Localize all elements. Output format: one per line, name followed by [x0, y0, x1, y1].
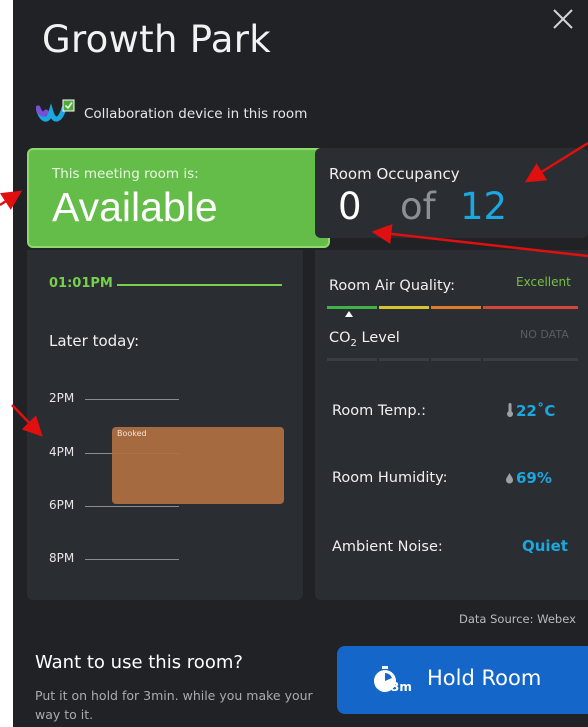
air-quality-bar-good	[327, 306, 377, 309]
later-today-label: Later today:	[49, 332, 140, 350]
current-time: 01:01PM	[49, 276, 113, 291]
collab-device-label: Collaboration device in this room	[84, 106, 308, 122]
hold-room-label: Hold Room	[427, 666, 542, 690]
co2-bar-segment	[379, 358, 429, 361]
webex-logo-icon	[36, 99, 75, 122]
hold-duration-label: 3m	[391, 680, 412, 694]
hour-gridline	[85, 559, 179, 560]
hour-label: 4PM	[49, 445, 75, 459]
air-quality-bar-poor	[431, 306, 481, 309]
co2-bar-segment	[483, 358, 578, 361]
co2-bar-segment	[431, 358, 481, 361]
humidity-value: 69%	[516, 469, 552, 487]
data-source: Data Source: Webex	[459, 612, 576, 626]
occupancy-capacity: 12	[460, 185, 508, 228]
hour-label: 8PM	[49, 551, 75, 565]
schedule-card	[27, 250, 303, 600]
current-time-line	[117, 284, 282, 286]
hour-label: 2PM	[49, 391, 75, 405]
availability-status: Available	[52, 184, 218, 230]
occupancy-label: Room Occupancy	[329, 165, 460, 183]
humidity-label: Room Humidity:	[332, 470, 448, 486]
air-quality-value: Excellent	[516, 275, 571, 289]
co2-bar-segment	[327, 358, 377, 361]
co2-value: NO DATA	[520, 328, 569, 341]
hour-gridline	[85, 506, 179, 507]
hold-prompt-title: Want to use this room?	[35, 652, 243, 673]
occupancy-separator: of	[400, 185, 436, 228]
occupancy-current: 0	[338, 185, 362, 228]
droplet-icon	[506, 473, 513, 484]
co2-label: CO2 Level	[329, 330, 400, 349]
noise-label: Ambient Noise:	[332, 539, 443, 555]
thermometer-icon	[507, 403, 513, 417]
room-name: Growth Park	[42, 18, 271, 61]
noise-value: Quiet	[522, 537, 568, 555]
availability-subtitle: This meeting room is:	[52, 166, 199, 182]
temperature-value: 22˚C	[516, 402, 556, 420]
hold-prompt-body: Put it on hold for 3min. while you make …	[35, 688, 313, 722]
air-quality-bar-bad	[483, 306, 578, 309]
air-quality-marker	[345, 311, 353, 317]
close-icon[interactable]	[550, 6, 576, 32]
air-quality-bar-moderate	[379, 306, 429, 309]
air-quality-label: Room Air Quality:	[329, 278, 456, 294]
temperature-label: Room Temp.:	[332, 403, 427, 419]
booking-label: Booked	[117, 429, 147, 438]
booking-block[interactable]	[112, 427, 284, 504]
hour-label: 6PM	[49, 498, 75, 512]
hour-gridline	[85, 399, 179, 400]
